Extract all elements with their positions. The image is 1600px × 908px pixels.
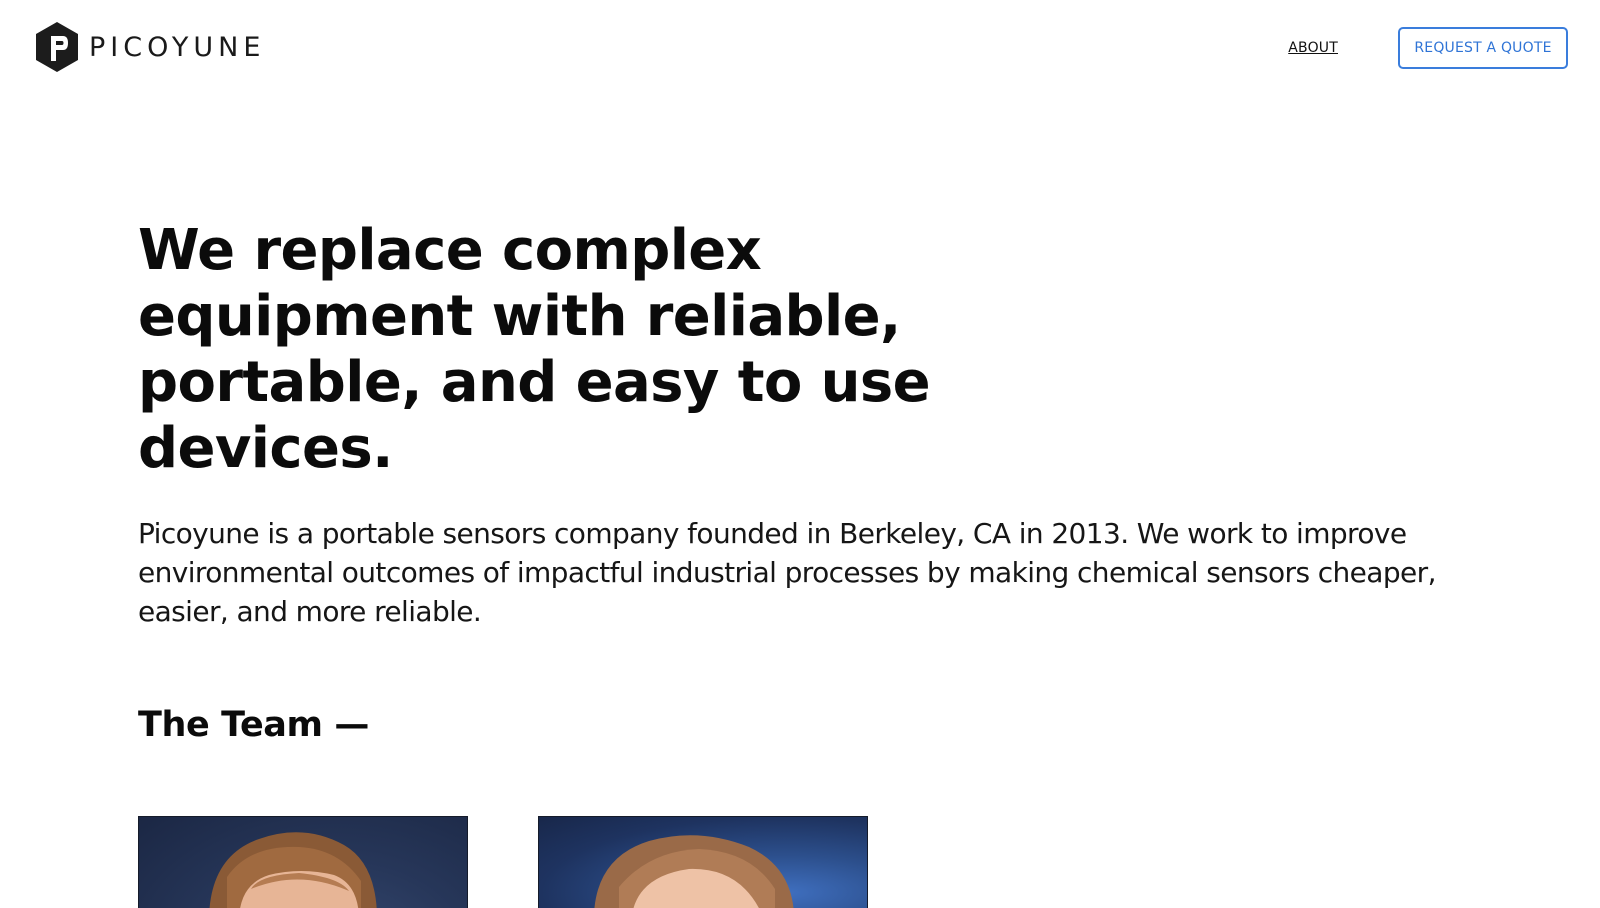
team-heading: The Team —: [138, 705, 369, 745]
nav-about-link[interactable]: ABOUT: [1288, 40, 1338, 56]
team-member-portrait-2: [594, 835, 794, 908]
team-member-portrait-1: [209, 832, 377, 908]
site-header: PICOYUNE ABOUT REQUEST A QUOTE: [0, 0, 1600, 96]
logo-link[interactable]: PICOYUNE: [34, 20, 265, 74]
team-member-photo: [138, 816, 468, 908]
page: PICOYUNE ABOUT REQUEST A QUOTE We replac…: [0, 0, 1600, 908]
request-quote-button[interactable]: REQUEST A QUOTE: [1398, 27, 1568, 69]
hero-description: Picoyune is a portable sensors company f…: [138, 517, 1436, 628]
team-member-photo: [538, 816, 868, 908]
picoyune-hexagon-logo-icon: [36, 22, 78, 72]
brand-name: PICOYUNE: [89, 31, 266, 63]
hero-title: We replace complex equipment with reliab…: [138, 218, 931, 481]
